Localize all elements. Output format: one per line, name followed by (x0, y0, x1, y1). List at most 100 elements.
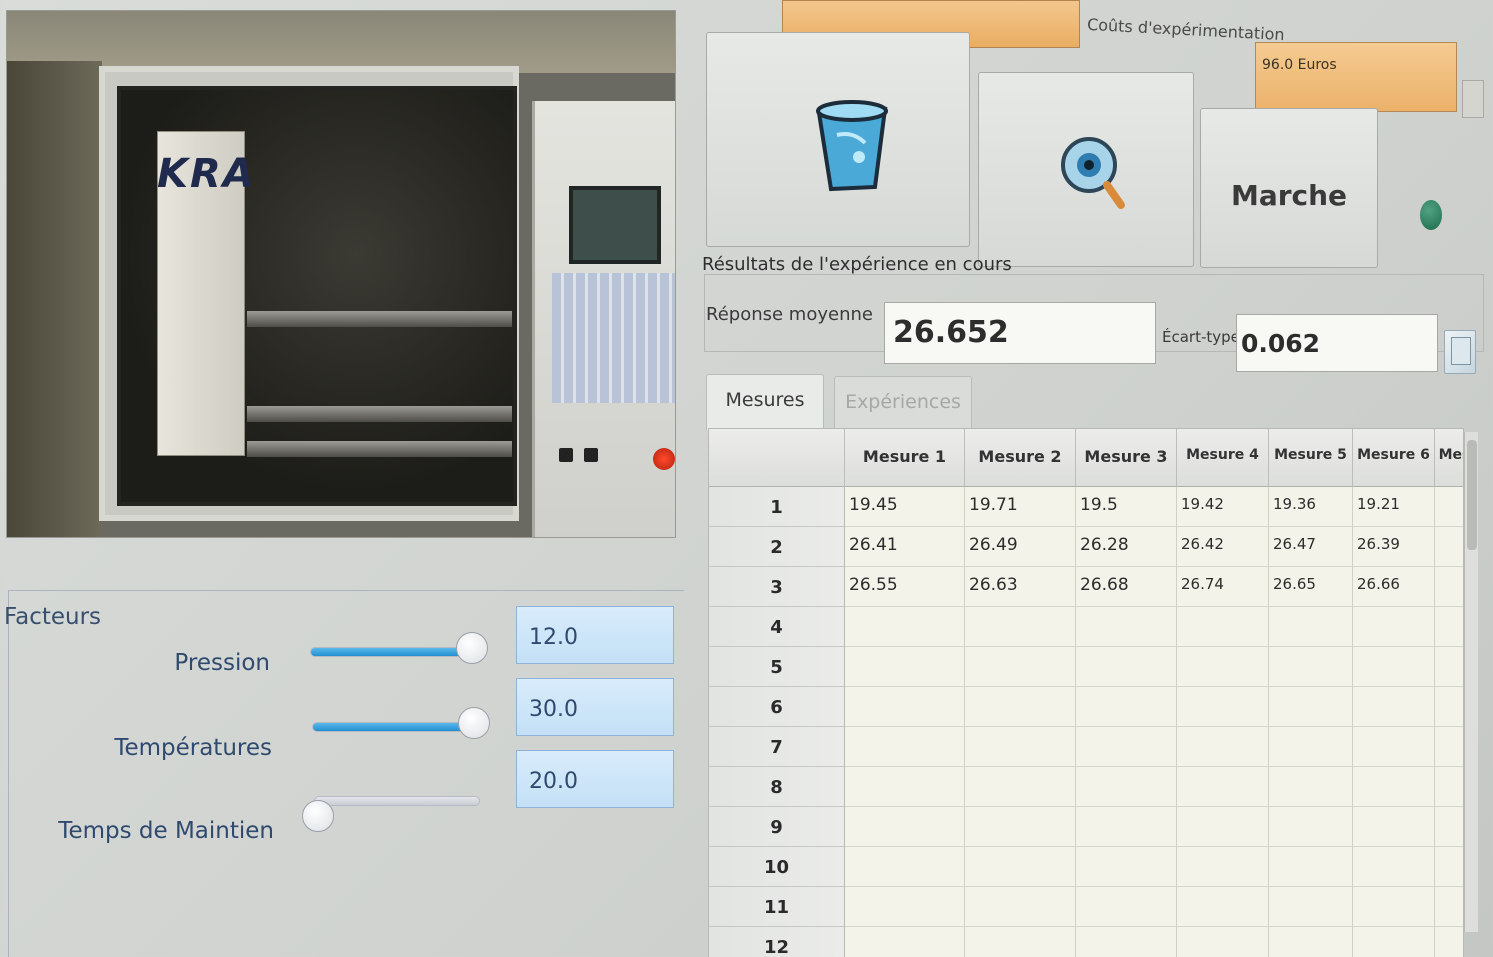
table-cell[interactable]: 26.66 (1353, 567, 1435, 607)
table-cell[interactable]: 26.55 (845, 567, 965, 607)
table-cell[interactable] (1076, 727, 1177, 767)
table-cell[interactable] (845, 767, 965, 807)
table-cell[interactable] (1353, 767, 1435, 807)
table-cell[interactable] (1269, 767, 1353, 807)
table-cell[interactable] (1435, 887, 1463, 927)
table-cell[interactable] (845, 807, 965, 847)
table-cell[interactable] (965, 767, 1076, 807)
table-cell[interactable] (845, 647, 965, 687)
table-cell[interactable] (1076, 647, 1177, 687)
table-cell[interactable]: 26.47 (1269, 527, 1353, 567)
row-header[interactable]: 7 (709, 727, 845, 767)
table-cell[interactable] (965, 687, 1076, 727)
row-header[interactable]: 8 (709, 767, 845, 807)
table-cell[interactable] (965, 927, 1076, 957)
table-cell[interactable] (1177, 607, 1269, 647)
table-cell[interactable] (1269, 807, 1353, 847)
table-cell[interactable] (1353, 687, 1435, 727)
row-header[interactable]: 4 (709, 607, 845, 647)
temps-de-maintien-slider-knob[interactable] (302, 800, 334, 832)
scroll-up-button[interactable] (1462, 80, 1484, 118)
table-cell[interactable] (1435, 567, 1463, 607)
table-cell[interactable] (845, 607, 965, 647)
table-cell[interactable] (1177, 687, 1269, 727)
table-cell[interactable] (845, 847, 965, 887)
table-cell[interactable]: 26.74 (1177, 567, 1269, 607)
column-header[interactable]: Mes (1435, 429, 1463, 487)
clear-button[interactable] (706, 32, 970, 247)
table-cell[interactable] (845, 887, 965, 927)
table-cell[interactable]: 26.41 (845, 527, 965, 567)
table-cell[interactable] (965, 607, 1076, 647)
table-cell[interactable] (965, 807, 1076, 847)
table-cell[interactable] (1076, 927, 1177, 957)
temperatures-value-field[interactable]: 30.0 (516, 678, 674, 736)
table-cell[interactable]: 19.21 (1353, 487, 1435, 527)
table-cell[interactable] (1435, 527, 1463, 567)
column-header[interactable]: Mesure 6 (1353, 429, 1435, 487)
table-cell[interactable] (1435, 767, 1463, 807)
table-cell[interactable] (1435, 647, 1463, 687)
table-cell[interactable] (1076, 887, 1177, 927)
temps-de-maintien-value-field[interactable]: 20.0 (516, 750, 674, 808)
table-cell[interactable] (1076, 687, 1177, 727)
column-header[interactable]: Mesure 4 (1177, 429, 1269, 487)
row-header[interactable]: 3 (709, 567, 845, 607)
table-cell[interactable]: 26.49 (965, 527, 1076, 567)
table-cell[interactable] (1353, 887, 1435, 927)
table-cell[interactable]: 26.63 (965, 567, 1076, 607)
table-cell[interactable] (1177, 927, 1269, 957)
table-cell[interactable] (1435, 687, 1463, 727)
inspect-button[interactable] (978, 72, 1194, 267)
table-cell[interactable]: 26.42 (1177, 527, 1269, 567)
row-header[interactable]: 12 (709, 927, 845, 957)
table-cell[interactable] (1353, 607, 1435, 647)
table-cell[interactable] (1353, 927, 1435, 957)
table-cell[interactable] (1269, 647, 1353, 687)
table-scrollbar[interactable] (1464, 432, 1478, 932)
table-cell[interactable] (1177, 647, 1269, 687)
table-cell[interactable] (1269, 927, 1353, 957)
table-cell[interactable]: 26.65 (1269, 567, 1353, 607)
table-cell[interactable] (1177, 807, 1269, 847)
tab-experiences[interactable]: Expériences (834, 376, 972, 430)
table-cell[interactable] (1269, 847, 1353, 887)
table-cell[interactable] (1076, 767, 1177, 807)
table-cell[interactable] (1177, 887, 1269, 927)
table-cell[interactable] (1353, 647, 1435, 687)
row-header[interactable]: 2 (709, 527, 845, 567)
table-cell[interactable] (1435, 927, 1463, 957)
temps-de-maintien-slider[interactable] (314, 796, 480, 806)
table-cell[interactable] (1353, 807, 1435, 847)
table-cell[interactable]: 19.45 (845, 487, 965, 527)
tab-mesures[interactable]: Mesures (706, 374, 824, 430)
table-cell[interactable] (1269, 727, 1353, 767)
table-cell[interactable] (965, 847, 1076, 887)
table-cell[interactable] (1269, 607, 1353, 647)
table-cell[interactable] (1269, 687, 1353, 727)
table-cell[interactable] (1269, 887, 1353, 927)
table-cell[interactable] (845, 687, 965, 727)
table-cell[interactable] (1435, 487, 1463, 527)
row-header[interactable]: 11 (709, 887, 845, 927)
column-header[interactable]: Mesure 5 (1269, 429, 1353, 487)
table-cell[interactable]: 19.42 (1177, 487, 1269, 527)
table-cell[interactable] (1076, 607, 1177, 647)
temperatures-slider-knob[interactable] (458, 707, 490, 739)
run-button[interactable]: Marche (1200, 108, 1378, 268)
table-cell[interactable]: 19.71 (965, 487, 1076, 527)
table-cell[interactable] (1076, 807, 1177, 847)
table-cell[interactable] (1435, 607, 1463, 647)
table-cell[interactable] (1177, 727, 1269, 767)
table-cell[interactable]: 19.36 (1269, 487, 1353, 527)
table-cell[interactable]: 19.5 (1076, 487, 1177, 527)
table-cell[interactable] (1435, 807, 1463, 847)
table-cell[interactable] (1435, 847, 1463, 887)
table-cell[interactable]: 26.68 (1076, 567, 1177, 607)
table-cell[interactable] (845, 727, 965, 767)
table-scrollbar-thumb[interactable] (1467, 440, 1477, 550)
table-cell[interactable] (1076, 847, 1177, 887)
table-cell[interactable] (965, 887, 1076, 927)
table-cell[interactable] (965, 647, 1076, 687)
column-header[interactable]: Mesure 2 (965, 429, 1076, 487)
